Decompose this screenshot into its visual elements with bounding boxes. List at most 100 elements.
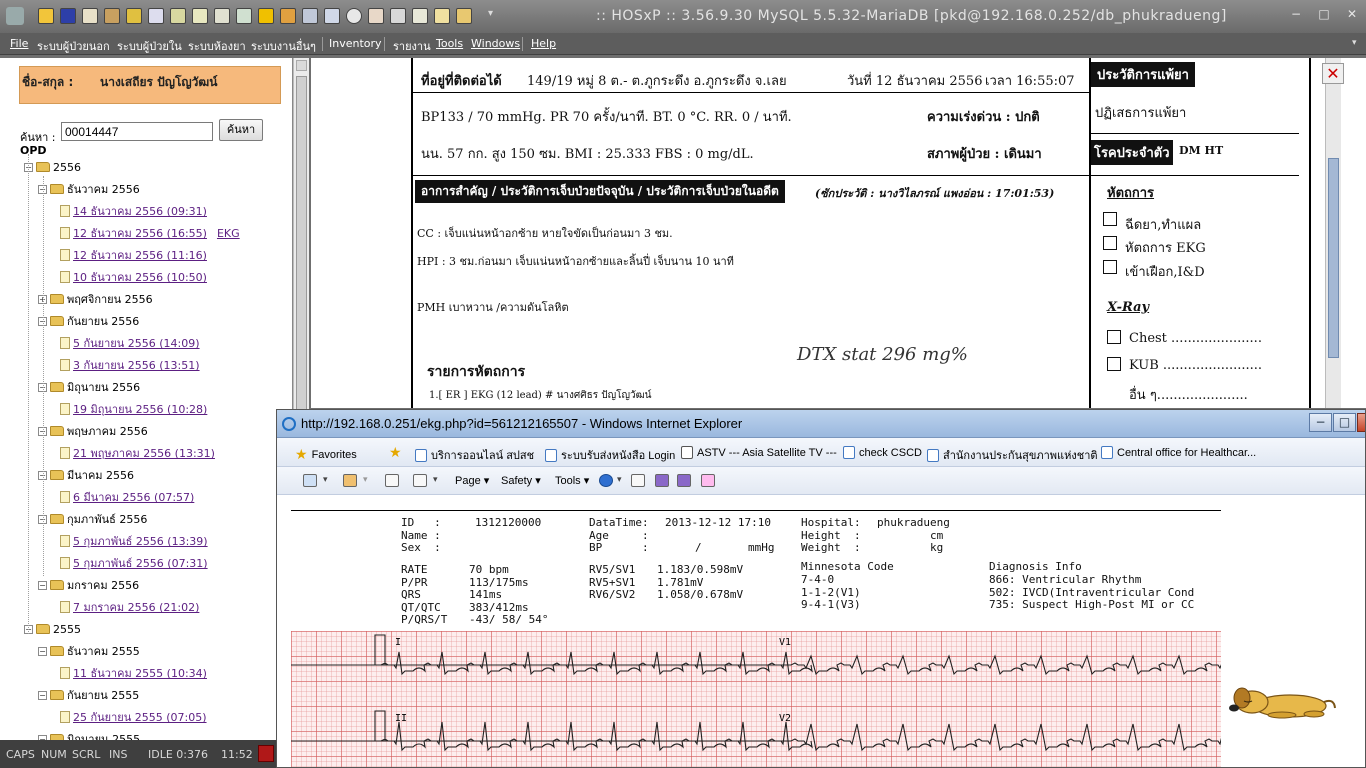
home-icon[interactable] — [368, 8, 384, 24]
onenote-icon[interactable] — [677, 474, 691, 487]
maximize-button[interactable]: □ — [1315, 8, 1333, 22]
tree-visit-item[interactable]: 12 ธันวาคม 2556 (16:55) EKG — [60, 225, 240, 241]
tree-visit-item[interactable]: 10 ธันวาคม 2556 (10:50) — [60, 269, 207, 285]
menu-windows[interactable]: Windows — [471, 37, 520, 50]
research-icon[interactable] — [631, 474, 645, 487]
tree-year-node[interactable]: −2555 — [24, 621, 81, 637]
menu-help[interactable]: Help — [531, 37, 556, 50]
dropdown-arrow-icon[interactable]: ▾ — [433, 474, 438, 485]
tree-month-node[interactable]: − พฤษภาคม 2556 — [38, 423, 148, 439]
visit-link[interactable]: 5 กันยายน 2556 (14:09) — [73, 334, 200, 352]
quick-toolbar-icon[interactable] — [170, 8, 186, 24]
tree-visit-item[interactable]: 19 มิถุนายน 2556 (10:28) — [60, 401, 207, 417]
tree-month-node[interactable]: − กันยายน 2556 — [38, 313, 139, 329]
checkbox-ekg[interactable] — [1103, 236, 1117, 250]
tree-visit-item[interactable]: 11 ธันวาคม 2555 (10:34) — [60, 665, 207, 681]
tree-year-node[interactable]: −2556 — [24, 159, 81, 175]
add-favorite-icon[interactable]: ★ — [389, 444, 402, 461]
visit-link[interactable]: 3 กันยายน 2556 (13:51) — [73, 356, 200, 374]
ekg-link[interactable]: EKG — [217, 227, 240, 240]
tree-visit-item[interactable]: 21 พฤษภาคม 2556 (13:31) — [60, 445, 215, 461]
favorite-link[interactable]: check CSCD — [843, 446, 922, 459]
menu-ipd[interactable]: ระบบผู้ป่วยใน — [117, 37, 182, 55]
close-document-button[interactable]: ✕ — [1322, 63, 1344, 84]
print-icon[interactable] — [413, 474, 427, 487]
favorite-link[interactable]: ระบบรับส่งหนังสือ Login — [545, 446, 675, 464]
collapse-icon[interactable]: − — [38, 646, 47, 656]
search-button[interactable]: ค้นหา — [219, 119, 263, 141]
tree-month-node[interactable]: − กันยายน 2555 — [38, 687, 139, 703]
quick-toolbar-icon[interactable] — [258, 8, 274, 24]
quick-toolbar-icon[interactable] — [38, 8, 54, 24]
addon-icon[interactable] — [701, 474, 715, 487]
tree-visit-item[interactable]: 7 มกราคม 2556 (21:02) — [60, 599, 199, 615]
tree-visit-item[interactable]: 5 กันยายน 2556 (14:09) — [60, 335, 200, 351]
visit-link[interactable]: 11 ธันวาคม 2555 (10:34) — [73, 664, 207, 682]
quick-toolbar-icon[interactable] — [412, 8, 428, 24]
safety-menu[interactable]: Safety ▾ — [501, 474, 541, 487]
quick-toolbar-icon[interactable] — [302, 8, 318, 24]
dropdown-arrow-icon[interactable]: ▾ — [323, 474, 328, 485]
visit-link[interactable]: 14 ธันวาคม 2556 (09:31) — [73, 202, 207, 220]
favorite-link[interactable]: สำนักงานประกันสุขภาพแห่งชาติ — [927, 446, 1098, 464]
quick-toolbar-icon[interactable] — [236, 8, 252, 24]
checkbox-kub-xray[interactable] — [1107, 357, 1121, 371]
menu-other-systems[interactable]: ระบบงานอื่นๆ — [251, 37, 316, 55]
tree-month-node[interactable]: − ธันวาคม 2555 — [38, 643, 140, 659]
menu-chevron-icon[interactable]: ▾ — [1352, 38, 1357, 48]
visit-link[interactable]: 6 มีนาคม 2556 (07:57) — [73, 488, 194, 506]
ie-maximize-button[interactable]: □ — [1333, 413, 1356, 432]
rss-feed-icon[interactable] — [343, 474, 357, 487]
visit-link[interactable]: 5 กุมภาพันธ์ 2556 (07:31) — [73, 554, 208, 572]
tree-visit-item[interactable]: 5 กุมภาพันธ์ 2556 (13:39) — [60, 533, 208, 549]
quick-toolbar-icon[interactable] — [60, 8, 76, 24]
checkbox-chest-xray[interactable] — [1107, 330, 1121, 344]
page-menu[interactable]: Page ▾ — [455, 474, 489, 487]
favorite-link[interactable]: Central office for Healthcar... — [1101, 446, 1256, 459]
quick-toolbar-icon[interactable] — [390, 8, 406, 24]
tree-visit-item[interactable]: 25 กันยายน 2555 (07:05) — [60, 709, 207, 725]
clock-icon[interactable] — [346, 8, 362, 24]
visit-link[interactable]: 21 พฤษภาคม 2556 (13:31) — [73, 444, 215, 462]
visit-link[interactable]: 7 มกราคม 2556 (21:02) — [73, 598, 199, 616]
tree-month-node[interactable]: + พฤศจิกายน 2556 — [38, 291, 153, 307]
minimize-button[interactable]: − — [1287, 8, 1305, 22]
onenote-icon[interactable] — [655, 474, 669, 487]
favorite-link[interactable]: บริการออนไลน์ สปสช — [415, 446, 534, 464]
ie-minimize-button[interactable]: − — [1309, 413, 1332, 432]
tree-visit-item[interactable]: 12 ธันวาคม 2556 (11:16) — [60, 247, 207, 263]
close-button[interactable]: ✕ — [1343, 8, 1361, 22]
quick-toolbar-icon[interactable] — [104, 8, 120, 24]
menu-file[interactable]: File — [10, 37, 28, 50]
collapse-icon[interactable]: − — [38, 580, 47, 590]
tree-month-node[interactable]: − ธันวาคม 2556 — [38, 181, 140, 197]
dropdown-arrow-icon[interactable]: ▾ — [617, 474, 622, 485]
quick-toolbar-icon[interactable] — [324, 8, 340, 24]
menu-opd[interactable]: ระบบผู้ป่วยนอก — [37, 37, 110, 55]
tools-menu[interactable]: Tools ▾ — [555, 474, 589, 487]
tree-month-node[interactable]: − มิถุนายน 2555 — [38, 731, 140, 740]
home-icon[interactable] — [303, 474, 317, 487]
ie-close-button[interactable]: ✕ — [1357, 413, 1365, 432]
mail-icon[interactable] — [385, 474, 399, 487]
dropdown-arrow-icon[interactable]: ▾ — [363, 474, 368, 485]
menu-inventory[interactable]: Inventory — [329, 37, 382, 50]
scroll-up-button[interactable] — [296, 60, 307, 71]
quick-toolbar-icon[interactable] — [82, 8, 98, 24]
document-scrollbar[interactable] — [1325, 58, 1341, 408]
tree-visit-item[interactable]: 3 กันยายน 2556 (13:51) — [60, 357, 200, 373]
visit-link[interactable]: 12 ธันวาคม 2556 (11:16) — [73, 246, 207, 264]
visit-link[interactable]: 25 กันยายน 2555 (07:05) — [73, 708, 207, 726]
quick-toolbar-icon[interactable] — [280, 8, 296, 24]
favorites-button[interactable]: ★ Favorites — [295, 446, 357, 463]
quick-toolbar-icon[interactable] — [126, 8, 142, 24]
tree-visit-item[interactable]: 14 ธันวาคม 2556 (09:31) — [60, 203, 207, 219]
visit-link[interactable]: 12 ธันวาคม 2556 (16:55) — [73, 224, 207, 242]
tree-visit-item[interactable]: 5 กุมภาพันธ์ 2556 (07:31) — [60, 555, 208, 571]
visit-link[interactable]: 10 ธันวาคม 2556 (10:50) — [73, 268, 207, 286]
quick-toolbar-icon[interactable] — [214, 8, 230, 24]
search-input[interactable] — [61, 122, 213, 141]
checkbox-dressing[interactable] — [1103, 212, 1117, 226]
scroll-thumb[interactable] — [296, 76, 307, 416]
tree-month-node[interactable]: − มีนาคม 2556 — [38, 467, 134, 483]
